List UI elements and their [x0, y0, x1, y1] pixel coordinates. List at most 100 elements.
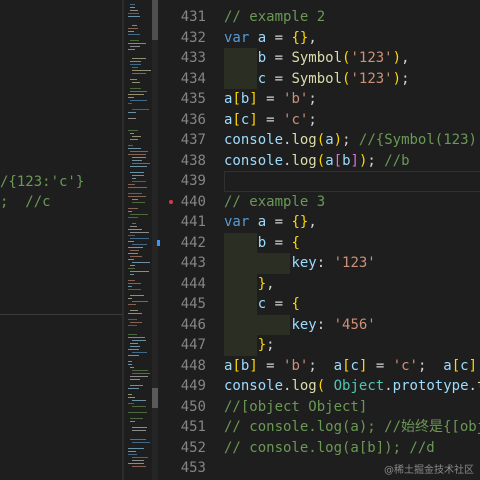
code-text[interactable]: a[b] = 'b'; a[c] = 'c'; a[c] — [224, 356, 477, 377]
code-line[interactable]: 433 b = Symbol('123'), — [160, 48, 480, 69]
code-text[interactable]: b = { — [224, 233, 300, 254]
code-token: log — [291, 378, 317, 394]
minimap-line — [130, 40, 139, 41]
code-token: {} — [291, 29, 309, 46]
minimap-line — [128, 313, 142, 314]
code-text[interactable]: // example 3 — [224, 192, 325, 213]
code-token: console — [224, 152, 284, 169]
code-line[interactable]: 435 a[b] = 'b'; — [160, 89, 480, 110]
minimap-line — [128, 49, 135, 50]
code-line[interactable]: 449console.log( Object.prototype.t — [160, 376, 480, 397]
code-line[interactable]: 431 // example 2 — [160, 7, 480, 28]
code-text[interactable]: // console.log(a[b]); //d — [224, 438, 435, 459]
code-token: a — [257, 214, 267, 230]
minimap-line — [132, 373, 150, 374]
code-text[interactable]: b = Symbol('123'), — [224, 48, 410, 69]
left-code-line[interactable]: ; //c — [0, 192, 51, 212]
minimap-line — [128, 355, 139, 356]
code-token: } — [257, 337, 267, 353]
minimap-line — [128, 217, 138, 218]
minimap-line — [132, 262, 150, 263]
minimap-line — [128, 349, 139, 350]
code-text[interactable]: //[object Object] — [224, 397, 367, 418]
code-text[interactable]: console.log( Object.prototype.t — [224, 376, 480, 397]
minimap-line — [130, 64, 141, 65]
code-line[interactable]: 444 }, — [160, 274, 480, 295]
code-editor[interactable]: 431// example 2 432 var a = {}, 433 b = Sym… — [160, 0, 480, 480]
code-text[interactable]: c = { — [224, 294, 300, 315]
code-token: ; — [342, 132, 359, 148]
code-line[interactable]: 448 a[b] = 'b'; a[c] = 'c'; a[c] — [160, 356, 480, 377]
line-number: 436 — [180, 111, 206, 128]
minimap-line — [128, 34, 140, 35]
minimap-line — [132, 457, 148, 458]
minimap-line — [128, 154, 146, 155]
minimap-line — [130, 88, 141, 89]
code-text[interactable]: c = Symbol('123'); — [224, 69, 410, 90]
code-line[interactable]: 451 // console.log(a); //始终是{[obj — [160, 417, 480, 438]
code-text[interactable]: }; — [224, 335, 275, 356]
code-line[interactable]: 445 c = { — [160, 294, 480, 315]
code-token: {} — [291, 214, 309, 230]
code-text[interactable]: key: '456' — [224, 315, 375, 336]
scrollbar-thumb[interactable] — [152, 0, 158, 40]
minimap-line — [132, 427, 147, 428]
minimap-line — [128, 145, 133, 146]
code-text[interactable]: }, — [224, 274, 275, 295]
code-line[interactable]: 437 console.log(a); //{Symbol(123): — [160, 130, 480, 151]
line-number: 431 — [180, 9, 206, 25]
code-line[interactable]: 439 — [160, 171, 480, 192]
minimap-line — [128, 184, 135, 185]
code-line[interactable]: 446 key: '456' — [160, 315, 480, 336]
code-line[interactable]: 441 var a = {}, — [160, 212, 480, 233]
line-number: 432 — [180, 29, 206, 46]
minimap-line — [128, 325, 137, 326]
minimap-line — [130, 274, 134, 275]
code-line[interactable]: 440 // example 3 — [160, 192, 480, 213]
watermark: @稀土掘金技术社区 — [384, 465, 474, 476]
minimap-line — [130, 346, 140, 347]
code-line[interactable]: 443 key: '123' — [160, 253, 480, 274]
code-token: [ — [451, 357, 461, 374]
code-token: ( — [316, 378, 326, 394]
code-text[interactable]: // example 2 — [224, 7, 325, 28]
minimap-line — [128, 16, 140, 17]
code-text[interactable]: a[c] = 'c'; — [224, 110, 317, 131]
minimap-line — [132, 199, 138, 200]
code-text[interactable]: a[b] = 'b'; — [224, 89, 317, 110]
minimap-line — [130, 232, 149, 233]
code-line[interactable]: 447 }; — [160, 335, 480, 356]
code-line[interactable]: 436 a[c] = 'c'; — [160, 110, 480, 131]
code-text[interactable]: var a = {}, — [224, 28, 317, 49]
minimap-line — [132, 370, 148, 371]
left-editor-pane[interactable]: /{123:'c'} ; //c — [0, 0, 122, 480]
left-code-line[interactable]: /{123:'c'} — [0, 172, 84, 192]
code-text[interactable]: console.log(a[b]); //b — [224, 151, 410, 172]
minimap-line — [132, 178, 136, 179]
code-token: { — [291, 296, 300, 312]
code-token: // example 2 — [224, 9, 326, 25]
code-token: ) — [333, 132, 343, 148]
code-line[interactable]: 442 b = { — [160, 233, 480, 254]
code-token: 'c' — [392, 357, 418, 374]
code-text[interactable]: console.log(a); //{Symbol(123): — [224, 130, 480, 151]
minimap-line — [128, 298, 132, 299]
code-line[interactable]: 438 console.log(a[b]); //b — [160, 151, 480, 172]
line-number: 444 — [180, 275, 206, 292]
code-line[interactable]: 452 // console.log(a[b]); //d — [160, 438, 480, 459]
code-text[interactable]: // console.log(a); //始终是{[obj — [224, 417, 480, 438]
minimap-line — [130, 214, 148, 215]
code-line[interactable]: 432 var a = {}, — [160, 28, 480, 49]
minimap-line — [132, 340, 146, 341]
code-token: , — [308, 214, 317, 230]
minimap-line — [130, 265, 135, 266]
code-line[interactable]: 434 c = Symbol('123'); — [160, 69, 480, 90]
code-token: : — [316, 316, 334, 333]
code-text[interactable]: var a = {}, — [224, 212, 317, 233]
minimap-line — [132, 157, 146, 158]
code-line[interactable]: 450 //[object Object] — [160, 397, 480, 418]
code-text[interactable]: key: '123' — [224, 253, 375, 274]
